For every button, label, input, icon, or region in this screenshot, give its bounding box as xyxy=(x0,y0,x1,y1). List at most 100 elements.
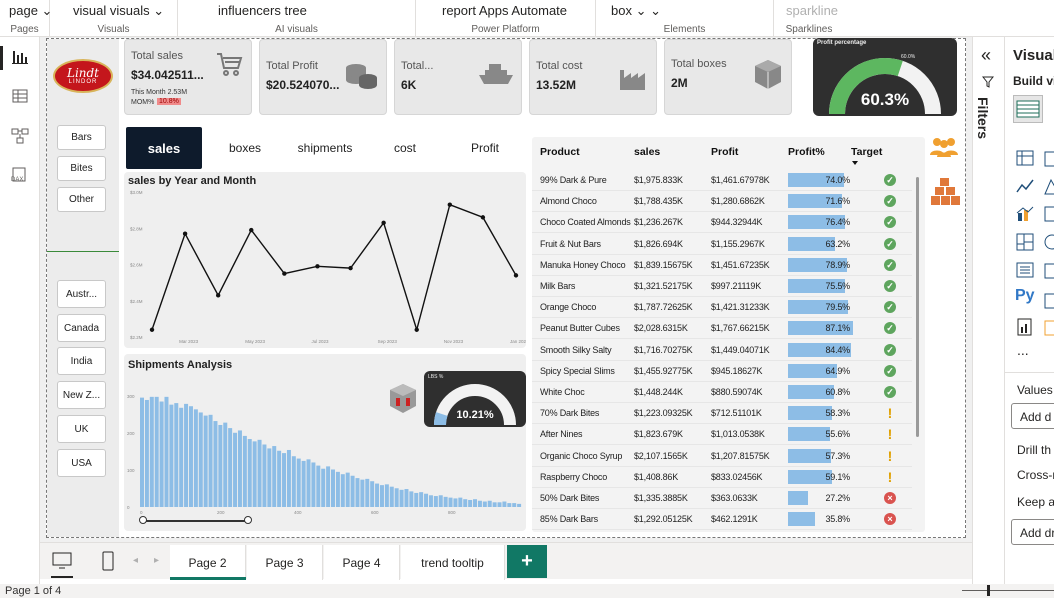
histogram-bar[interactable] xyxy=(247,439,252,507)
histogram-bar[interactable] xyxy=(468,499,473,507)
histogram-bar[interactable] xyxy=(463,499,468,507)
slicer-canada[interactable]: Canada xyxy=(57,314,106,342)
histogram-bar[interactable] xyxy=(233,432,238,507)
histogram-bar[interactable] xyxy=(340,474,345,507)
elements-buttons[interactable]: box ⌄ ⌄ xyxy=(611,3,773,19)
table-row[interactable]: White Choc $1,448.244K $880.59074K 60.8% ✓ xyxy=(532,382,912,403)
kpi-total-shipments[interactable]: Total... 6K xyxy=(394,39,522,115)
histogram-bar[interactable] xyxy=(507,503,512,507)
histogram-bar[interactable] xyxy=(237,430,242,507)
table-row[interactable]: Manuka Honey Choco $1,839.15675K $1,451.67… xyxy=(532,255,912,276)
histogram-bar[interactable] xyxy=(159,401,164,507)
histogram-bar[interactable] xyxy=(502,501,507,507)
histogram-bar[interactable] xyxy=(291,456,296,507)
histogram-bar[interactable] xyxy=(404,489,409,507)
histogram-bar[interactable] xyxy=(492,502,497,507)
histogram-bar[interactable] xyxy=(296,458,301,507)
line-point[interactable] xyxy=(249,227,254,233)
histogram-bar[interactable] xyxy=(487,500,492,507)
histogram-bar[interactable] xyxy=(272,446,277,507)
add-data-fields-well[interactable]: Add d xyxy=(1011,403,1054,429)
line-point[interactable] xyxy=(414,327,419,332)
shipments-chart[interactable]: Shipments Analysis 300 200 100 0 0 200 400 600 8… xyxy=(124,354,526,531)
histogram-bar[interactable] xyxy=(379,485,384,507)
tab-boxes[interactable]: boxes xyxy=(207,127,283,169)
histogram-bar[interactable] xyxy=(188,406,193,507)
lbs-gauge[interactable]: LBS % 10.21% xyxy=(424,371,526,427)
filters-pane-toggle[interactable]: Filters xyxy=(975,97,991,139)
kpi-total-profit[interactable]: Total Profit $20.524070... xyxy=(259,39,387,115)
table-row[interactable]: 99% Dark & Pure $1,975.833K $1,461.67978K 7… xyxy=(532,170,912,191)
histogram-bar[interactable] xyxy=(453,498,458,507)
matrix-visual-icon[interactable] xyxy=(1016,149,1034,172)
histogram-bar[interactable] xyxy=(208,414,213,507)
histogram-bar[interactable] xyxy=(409,491,414,507)
table-row[interactable]: Peanut Butter Cubes $2,028.6315K $1,767.66… xyxy=(532,318,912,340)
ai-visuals-buttons[interactable]: influencers tree xyxy=(218,3,415,18)
histogram-bar[interactable] xyxy=(140,397,144,507)
line-point[interactable] xyxy=(282,271,287,276)
paginated-visual-icon[interactable] xyxy=(1016,318,1034,341)
slicer-uk[interactable]: UK xyxy=(57,415,106,443)
histogram-bar[interactable] xyxy=(389,486,394,507)
histogram-bar[interactable] xyxy=(213,421,218,507)
table-row[interactable]: 50% Dark Bites $1,335.3885K $363.0633K 27.2… xyxy=(532,488,912,509)
add-drillthrough-well[interactable]: Add dr xyxy=(1011,519,1054,545)
product-table[interactable]: Product sales Profit Profit% Target 99% … xyxy=(532,137,925,532)
histogram-bar[interactable] xyxy=(203,415,208,507)
table-scrollbar[interactable] xyxy=(916,177,919,437)
visuals-buttons[interactable]: visual visuals ⌄ xyxy=(73,3,177,19)
histogram-bar[interactable] xyxy=(286,449,291,507)
kpi-total-cost[interactable]: Total cost 13.52M xyxy=(529,39,657,115)
col-profit-pct[interactable]: Profit% xyxy=(788,146,825,158)
col-profit[interactable]: Profit xyxy=(711,146,738,158)
table-visual-icon[interactable] xyxy=(1013,95,1043,123)
power-platform-buttons[interactable]: report Apps Automate xyxy=(442,3,595,18)
histogram-bar[interactable] xyxy=(257,439,262,507)
histogram-bar[interactable] xyxy=(149,396,154,507)
histogram-bar[interactable] xyxy=(228,428,233,507)
histogram-bar[interactable] xyxy=(419,492,424,507)
histogram-bar[interactable] xyxy=(242,435,247,507)
histogram-bar[interactable] xyxy=(433,496,438,507)
zoom-slider-thumb[interactable] xyxy=(987,585,990,596)
histogram-bar[interactable] xyxy=(154,396,159,507)
line-point[interactable] xyxy=(480,215,486,220)
collapse-panes-icon[interactable]: « xyxy=(981,45,991,66)
histogram-bar[interactable] xyxy=(277,450,282,507)
histogram-bar[interactable] xyxy=(477,500,482,507)
range-slider-handle-start[interactable] xyxy=(139,516,147,524)
slicer-australia[interactable]: Austr... xyxy=(57,280,106,308)
line-point[interactable] xyxy=(513,273,519,278)
desktop-layout-icon[interactable] xyxy=(52,552,72,575)
table-view-icon[interactable] xyxy=(10,86,30,106)
histogram-bar[interactable] xyxy=(311,462,316,507)
histogram-bar[interactable] xyxy=(184,403,189,507)
zoom-slider[interactable] xyxy=(962,590,1054,591)
histogram-bar[interactable] xyxy=(321,468,326,507)
histogram-bar[interactable] xyxy=(375,483,380,507)
histogram-bar[interactable] xyxy=(198,412,203,507)
table-row[interactable]: Smooth Silky Salty $1,716.70275K $1,449.04… xyxy=(532,340,912,361)
table-row[interactable]: Fruit & Nut Bars $1,826.694K $1,155.2967K 6… xyxy=(532,234,912,255)
page-tab-trend-tooltip[interactable]: trend tooltip xyxy=(401,545,505,580)
table-row[interactable]: Orange Choco $1,787.72625K $1,421.31233K 79… xyxy=(532,297,912,319)
histogram-bar[interactable] xyxy=(414,492,419,507)
col-product[interactable]: Product xyxy=(540,146,580,158)
mobile-layout-icon[interactable] xyxy=(102,551,114,576)
histogram-bar[interactable] xyxy=(179,407,184,507)
sales-line-chart[interactable]: sales by Year and Month $3.0M $2.8M $2.6M $… xyxy=(124,172,526,348)
histogram-bar[interactable] xyxy=(350,475,355,507)
table-row[interactable]: Organic Choco Syrup $2,107.1565K $1,207.81… xyxy=(532,446,912,467)
histogram-bar[interactable] xyxy=(394,488,399,507)
histogram-bar[interactable] xyxy=(262,444,267,508)
kpi-total-boxes[interactable]: Total boxes 2M xyxy=(664,39,792,115)
card-visual-icon[interactable] xyxy=(1016,261,1034,284)
histogram-bar[interactable] xyxy=(355,478,360,507)
slicer-india[interactable]: India xyxy=(57,347,106,375)
sparkline-button[interactable]: sparkline xyxy=(786,3,844,18)
histogram-bar[interactable] xyxy=(316,465,321,507)
sort-desc-icon[interactable] xyxy=(852,161,858,165)
histogram-bar[interactable] xyxy=(301,460,306,507)
slicer-other[interactable]: Other xyxy=(57,187,106,212)
